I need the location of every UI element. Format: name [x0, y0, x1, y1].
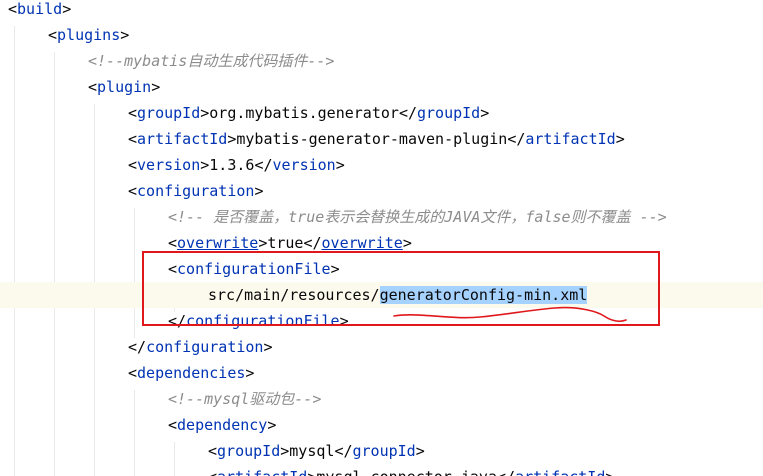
- code-line-18[interactable]: <groupId>mysql</groupId>: [0, 438, 763, 464]
- tag-name: overwrite: [321, 234, 403, 252]
- code-line-1[interactable]: <build>: [0, 0, 763, 22]
- tag-name: plugins: [57, 26, 121, 44]
- tag-value: 1.3.6: [209, 156, 255, 174]
- code-line-2[interactable]: <plugins>: [0, 22, 763, 48]
- tag-name: dependency: [177, 416, 268, 434]
- tag-name: dependencies: [137, 364, 246, 382]
- tag-name: artifactId: [137, 130, 228, 148]
- code-line-6[interactable]: <artifactId>mybatis-generator-maven-plug…: [0, 126, 763, 152]
- code-line-15[interactable]: <dependencies>: [0, 360, 763, 386]
- path-prefix: src/main/resources/: [208, 286, 380, 304]
- tag-name: groupId: [217, 442, 281, 460]
- tag-name: build: [17, 0, 63, 18]
- code-line-9[interactable]: <!-- 是否覆盖，true表示会替换生成的JAVA文件，false则不覆盖 -…: [0, 204, 763, 230]
- code-line-19[interactable]: <artifactId>mysql-connector-java</artifa…: [0, 464, 763, 476]
- xml-comment: <!--mybatis自动生成代码插件-->: [88, 52, 335, 70]
- code-line-14[interactable]: </configuration>: [0, 334, 763, 360]
- tag-name: artifactId: [515, 468, 605, 476]
- code-line-7[interactable]: <version>1.3.6</version>: [0, 152, 763, 178]
- code-line-5[interactable]: <groupId>org.mybatis.generator</groupId>: [0, 100, 763, 126]
- tag-name: configuration: [146, 338, 264, 356]
- tag-value: mysql-connector-java: [316, 468, 497, 476]
- code-line-10[interactable]: <overwrite>true</overwrite>: [0, 230, 763, 256]
- code-line-11[interactable]: <configurationFile>: [0, 256, 763, 282]
- tag-name: configuration: [137, 182, 255, 200]
- tag-name: artifactId: [525, 130, 616, 148]
- tag-name: groupId: [137, 104, 201, 122]
- tag-name: groupId: [352, 442, 416, 460]
- tag-value: org.mybatis.generator: [209, 104, 399, 122]
- tag-name: configurationFile: [177, 260, 331, 278]
- code-line-12-current[interactable]: src/main/resources/generatorConfig-min.x…: [0, 282, 763, 308]
- xml-comment: <!-- 是否覆盖，true表示会替换生成的JAVA文件，false则不覆盖 -…: [168, 208, 667, 226]
- tag-name: version: [137, 156, 201, 174]
- tag-value: mysql: [289, 442, 335, 460]
- code-line-16[interactable]: <!--mysql驱动包-->: [0, 386, 763, 412]
- code-editor[interactable]: <build> <plugins> <!--mybatis自动生成代码插件-->…: [0, 0, 763, 476]
- code-line-8[interactable]: <configuration>: [0, 178, 763, 204]
- xml-comment: <!--mysql驱动包-->: [168, 390, 322, 408]
- tag-value: mybatis-generator-maven-plugin: [236, 130, 508, 148]
- tag-name: artifactId: [217, 468, 307, 476]
- code-line-17[interactable]: <dependency>: [0, 412, 763, 438]
- tag-name: configurationFile: [186, 312, 340, 330]
- tag-name: overwrite: [177, 234, 259, 252]
- selected-text[interactable]: generatorConfig-min.xml: [379, 286, 588, 304]
- code-line-4[interactable]: <plugin>: [0, 74, 763, 100]
- tag-value: true: [267, 234, 304, 252]
- code-line-3[interactable]: <!--mybatis自动生成代码插件-->: [0, 48, 763, 74]
- tag-name: version: [272, 156, 336, 174]
- tag-name: plugin: [97, 78, 152, 96]
- tag-name: groupId: [417, 104, 481, 122]
- code-line-13[interactable]: </configurationFile>: [0, 308, 763, 334]
